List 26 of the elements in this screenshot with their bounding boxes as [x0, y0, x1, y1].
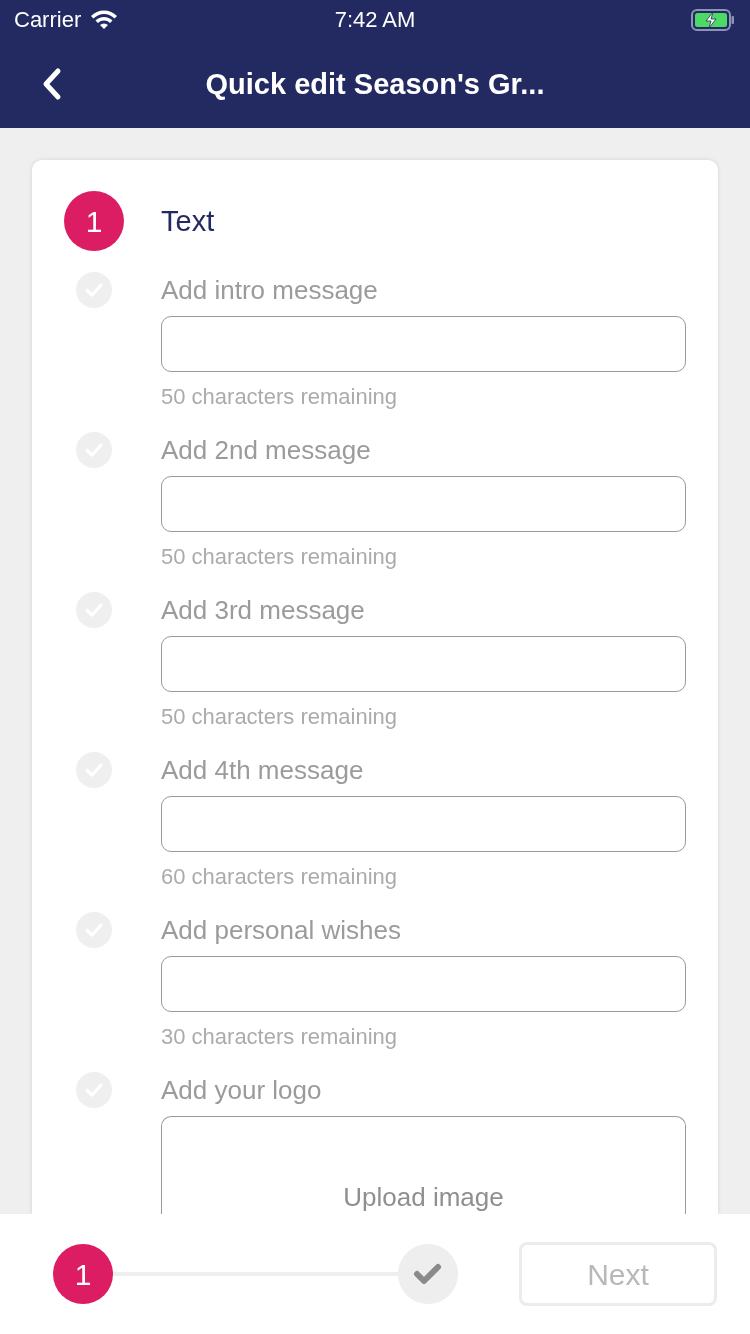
text-input[interactable]: [161, 316, 686, 372]
step-title: Text: [161, 204, 215, 239]
field-label: Add intro message: [161, 274, 378, 307]
step-number-badge: 1: [64, 191, 124, 251]
characters-remaining-hint: 50 characters remaining: [161, 383, 397, 411]
characters-remaining-hint: 60 characters remaining: [161, 863, 397, 891]
battery-charging-icon: [691, 9, 735, 31]
field-label: Add personal wishes: [161, 914, 401, 947]
characters-remaining-hint: 30 characters remaining: [161, 1023, 397, 1051]
field-label: Add 3rd message: [161, 594, 365, 627]
field-label: Add 4th message: [161, 754, 364, 787]
step-number-badge: 1: [53, 1244, 113, 1304]
characters-remaining-hint: 50 characters remaining: [161, 703, 397, 731]
clock-time: 7:42 AM: [334, 7, 416, 33]
text-input[interactable]: [161, 956, 686, 1012]
back-chevron-icon: [41, 67, 63, 101]
field-label: Add your logo: [161, 1074, 322, 1107]
upload-image-button[interactable]: Upload image: [161, 1116, 686, 1214]
text-input[interactable]: [161, 476, 686, 532]
characters-remaining-hint: 50 characters remaining: [161, 543, 397, 571]
text-input[interactable]: [161, 636, 686, 692]
field-label: Add 2nd message: [161, 434, 371, 467]
wifi-icon: [89, 9, 120, 31]
text-input[interactable]: [161, 796, 686, 852]
screen-title: Quick edit Season's Gr...: [205, 67, 545, 102]
carrier-label: Carrier: [14, 7, 82, 33]
